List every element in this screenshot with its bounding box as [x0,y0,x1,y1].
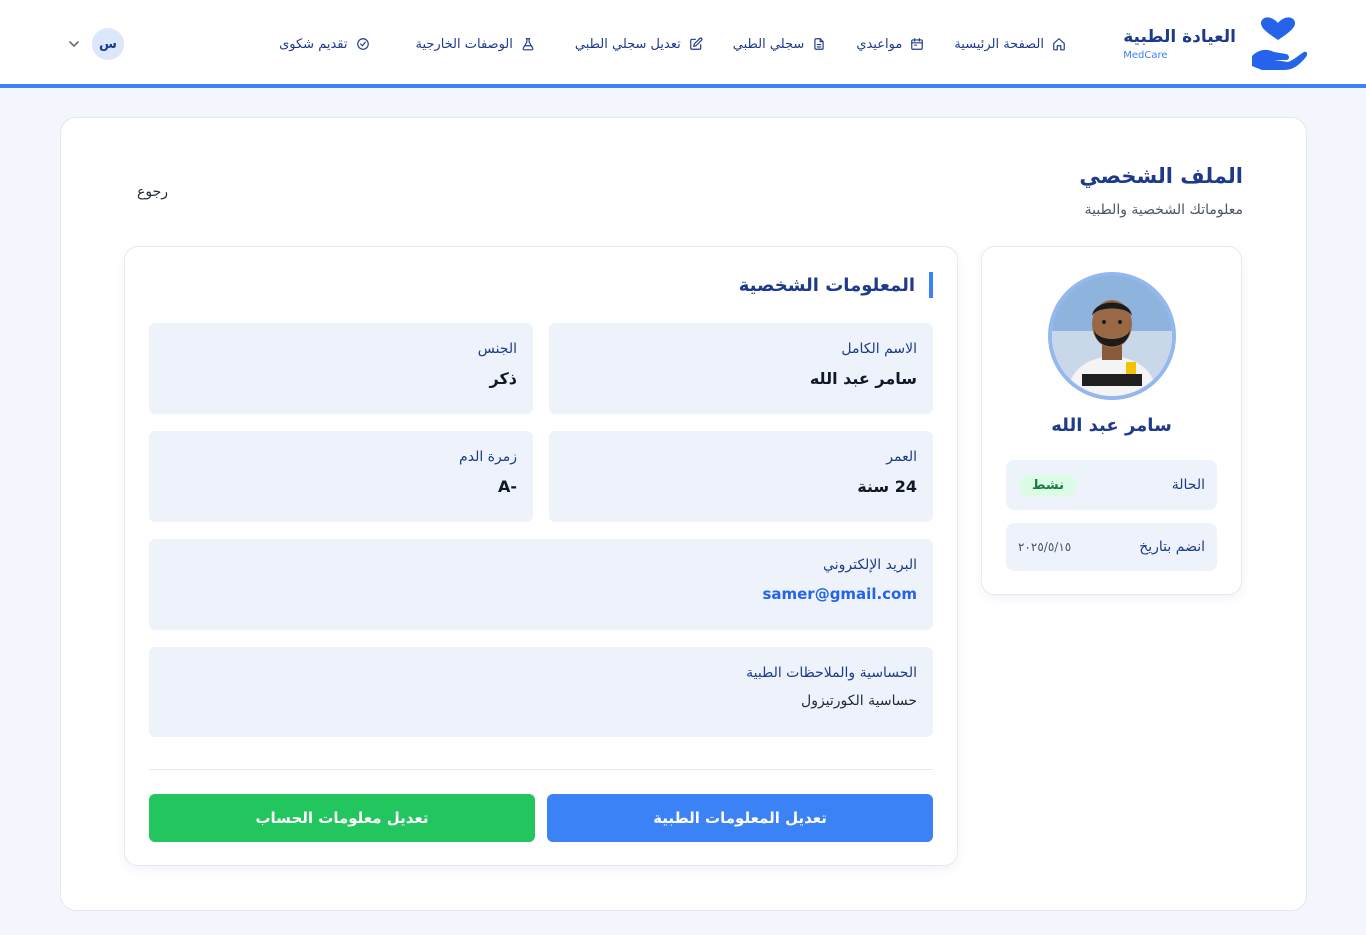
edit-icon [689,37,703,50]
field-medical-notes: الحساسية والملاحظات الطبية حساسية الكورت… [149,647,933,737]
email-link[interactable]: samer@gmail.com [165,585,917,603]
top-navbar: العيادة الطبية MedCare الصفحة الرئيسية م… [0,0,1366,88]
section-title: المعلومات الشخصية [739,272,933,298]
edit-account-info-button[interactable]: تعديل معلومات الحساب [149,794,535,842]
field-value: ذكر [489,369,517,388]
nav-item-appointments[interactable]: مواعيدي [856,30,924,58]
field-value: سامر عبد الله [809,369,917,388]
field-label: زمرة الدم [459,449,517,465]
nav-item-label: سجلي الطبي [732,36,805,52]
field-full-name: الاسم الكامل سامر عبد الله [549,323,933,414]
field-label: الاسم الكامل [841,341,917,357]
field-label: البريد الإلكتروني [823,557,917,573]
field-value: -A [497,477,517,496]
profile-photo [1048,272,1176,400]
brand-subtitle: MedCare [1123,50,1168,61]
flask-icon [522,38,534,51]
document-icon [814,38,824,50]
user-menu[interactable]: س [66,28,124,60]
joined-label: انضم بتاريخ [1139,539,1205,555]
nav-item-label: تقديم شكوى [279,36,348,52]
nav-item-complaint[interactable]: تقديم شكوى [279,30,369,58]
nav-item-medical-record[interactable]: سجلي الطبي [733,30,827,58]
chevron-down-icon[interactable] [66,36,82,52]
divider [149,769,933,770]
page-subtitle: معلوماتك الشخصية والطبية [1084,202,1243,218]
field-value: حساسية الكورتيزول [801,693,917,709]
field-label: الحساسية والملاحظات الطبية [746,665,917,681]
user-avatar[interactable]: س [92,28,124,60]
person-portrait-icon [1052,276,1172,396]
field-value: 24 سنة [857,477,917,496]
nav-item-edit-record[interactable]: تعديل سجلي الطبي [575,30,703,58]
field-label: العمر [886,449,917,465]
personal-info-card: المعلومات الشخصية الاسم الكامل سامر عبد … [124,246,958,866]
main-nav: الصفحة الرئيسية مواعيدي سجلي الطبي تعديل… [279,30,1066,58]
nav-item-label: مواعيدي [856,36,903,52]
page-title: الملف الشخصي [1079,164,1243,188]
field-label: الجنس [477,341,517,357]
joined-date: ٢٠٢٥/٥/١٥ [1018,540,1072,554]
nav-item-label: الوصفات الخارجية [415,36,513,52]
brand-title: العيادة الطبية [1123,27,1236,47]
nav-item-label: الصفحة الرئيسية [954,36,1044,52]
home-icon [1053,38,1065,51]
back-link[interactable]: رجوع [137,184,168,200]
profile-name: سامر عبد الله [1051,415,1172,436]
status-label: الحالة [1171,477,1205,493]
status-badge: نشط [1018,473,1079,497]
nav-item-home[interactable]: الصفحة الرئيسية [954,30,1066,58]
edit-medical-info-button[interactable]: تعديل المعلومات الطبية [547,794,933,842]
profile-page-card: الملف الشخصي معلوماتك الشخصية والطبية رج… [60,117,1307,911]
nav-item-label: تعديل سجلي الطبي [574,36,681,52]
field-blood-type: زمرة الدم -A [149,431,533,522]
field-email: البريد الإلكتروني samer@gmail.com [149,539,933,630]
check-circle-icon [356,38,369,50]
calendar-icon [911,38,924,50]
joined-date-row: انضم بتاريخ ٢٠٢٥/٥/١٥ [1006,523,1217,571]
field-gender: الجنس ذكر [149,323,533,414]
status-row: الحالة نشط [1006,460,1217,510]
nav-item-prescriptions[interactable]: الوصفات الخارجية [416,30,535,58]
profile-summary-card: سامر عبد الله الحالة نشط انضم بتاريخ ٢٠٢… [981,246,1242,595]
heart-hand-logo-icon [1252,17,1308,70]
brand[interactable]: العيادة الطبية MedCare [1123,16,1308,72]
field-age: العمر 24 سنة [549,431,933,522]
